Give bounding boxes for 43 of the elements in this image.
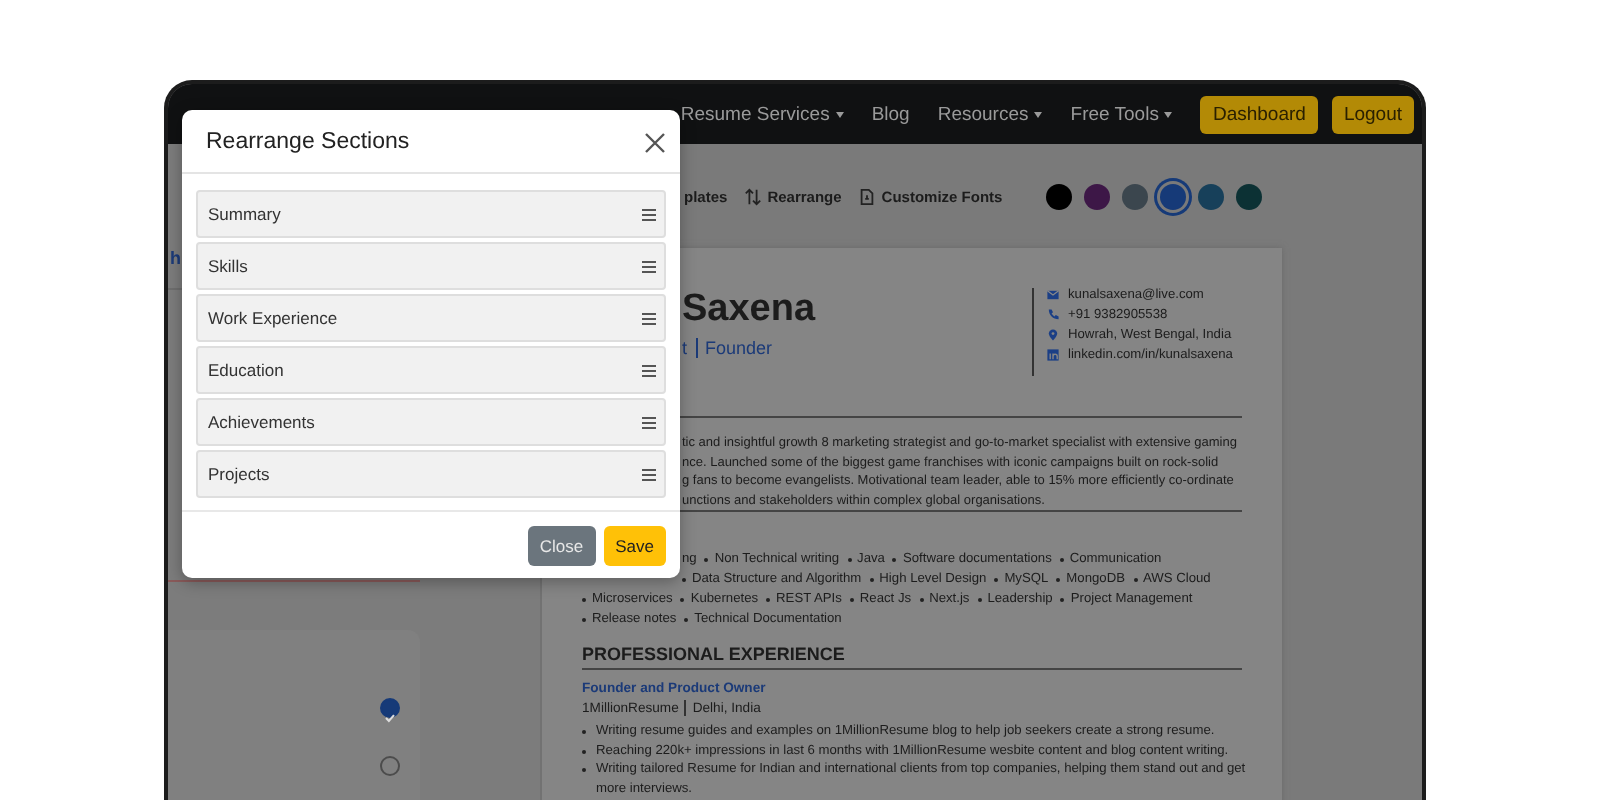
- radio-button[interactable]: [380, 698, 400, 718]
- section-item[interactable]: Summary: [196, 190, 666, 238]
- nav-link[interactable]: Free Tools: [1070, 103, 1173, 125]
- document-icon: [857, 187, 876, 205]
- resume-name: Saxena: [682, 288, 818, 332]
- close-icon[interactable]: [644, 130, 666, 152]
- color-swatch[interactable]: [1046, 183, 1073, 209]
- drag-handle-icon[interactable]: [642, 259, 656, 273]
- section-item[interactable]: Skills: [196, 242, 666, 290]
- job-title: t: [682, 338, 688, 358]
- nav-link[interactable]: Blog: [871, 103, 910, 125]
- drag-handle-icon[interactable]: [642, 467, 656, 481]
- color-swatch[interactable]: [1198, 183, 1225, 209]
- section-item[interactable]: Work Experience: [196, 294, 666, 342]
- section-item[interactable]: Achievements: [196, 398, 666, 446]
- section-item[interactable]: Projects: [196, 450, 666, 498]
- caret-icon: [1034, 111, 1043, 117]
- location-icon: [1046, 328, 1060, 342]
- radio-button[interactable]: [380, 756, 400, 776]
- sort-arrows-icon: [743, 187, 762, 205]
- close-button[interactable]: Close: [527, 526, 596, 566]
- drag-handle-icon[interactable]: [642, 207, 656, 221]
- nav-button[interactable]: Dashboard: [1200, 95, 1318, 133]
- section-item[interactable]: Education: [196, 346, 666, 394]
- nav-link[interactable]: Resume Services: [680, 103, 844, 125]
- color-swatch[interactable]: [1122, 183, 1149, 209]
- color-swatch[interactable]: [1236, 183, 1263, 209]
- caret-icon: [835, 111, 844, 117]
- nav-link[interactable]: Resources: [937, 103, 1043, 125]
- job-title: Founder: [705, 338, 773, 358]
- phone-icon: [1046, 308, 1060, 322]
- drag-handle-icon[interactable]: [642, 363, 656, 377]
- save-button[interactable]: Save: [603, 526, 666, 566]
- drag-handle-icon[interactable]: [642, 415, 656, 429]
- nav-button[interactable]: Logout: [1331, 95, 1414, 133]
- caret-icon: [1164, 111, 1173, 117]
- email-icon: [1046, 288, 1060, 302]
- dialog-title: Rearrange Sections: [206, 129, 410, 153]
- color-swatch[interactable]: [1084, 183, 1111, 209]
- section-heading: PROFESSIONAL EXPERIENCE: [582, 644, 1242, 671]
- drag-handle-icon[interactable]: [642, 311, 656, 325]
- linkedin-icon: [1046, 348, 1060, 362]
- color-swatch[interactable]: [1160, 183, 1187, 209]
